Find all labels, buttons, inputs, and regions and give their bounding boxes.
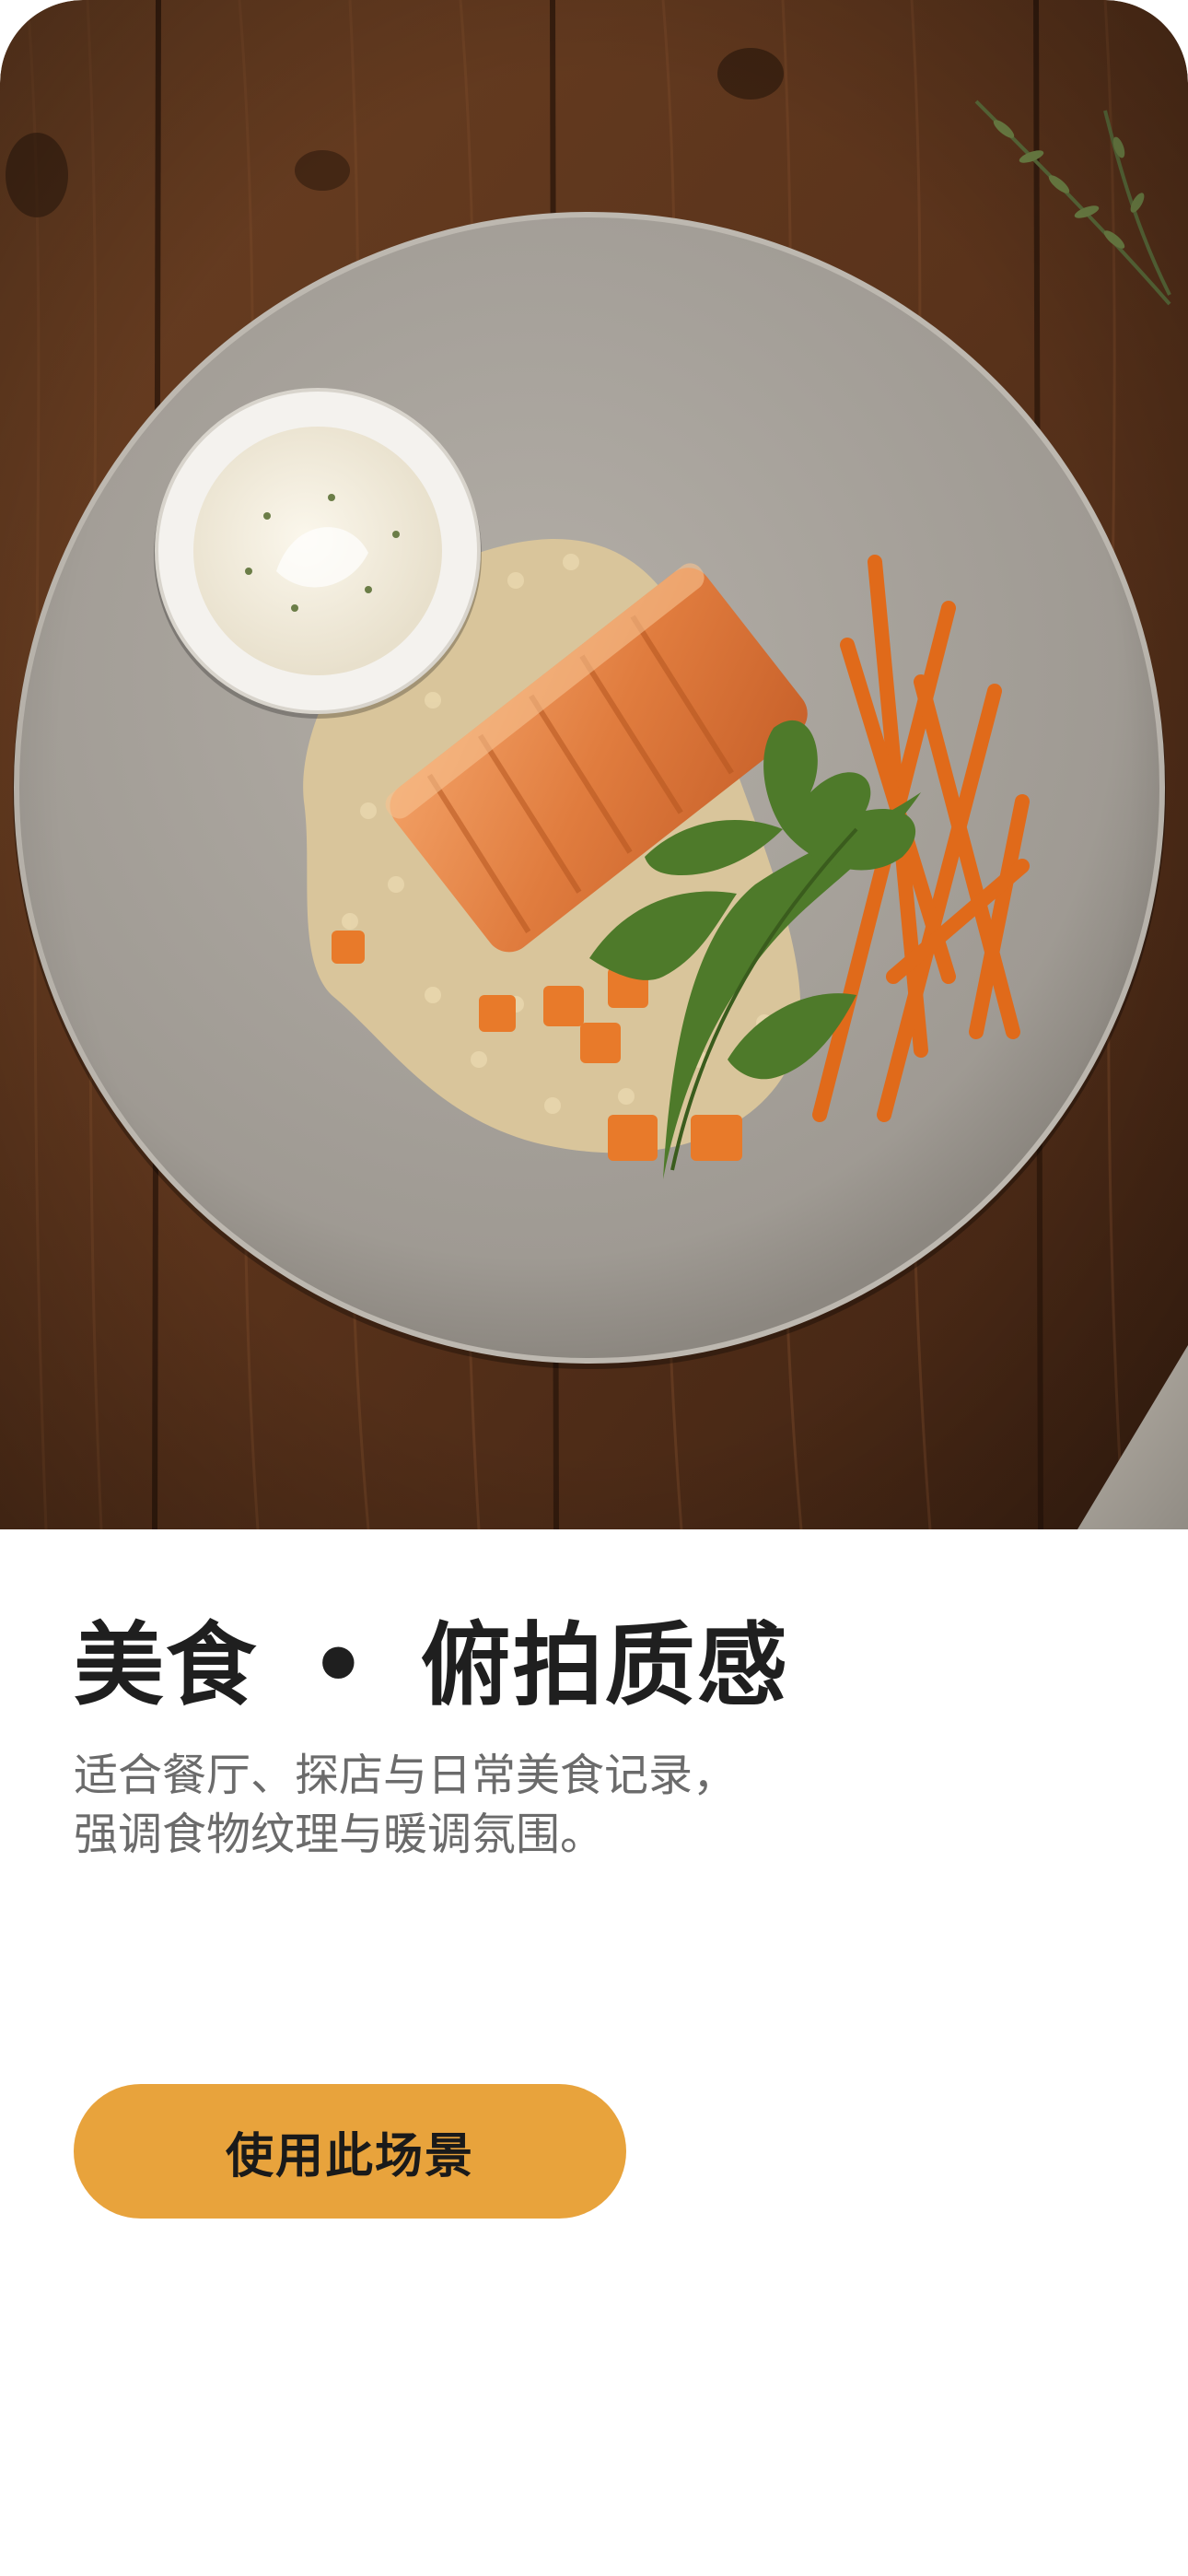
scene-title-category: 美食: [74, 1613, 259, 1718]
scene-description-line-2: 强调食物纹理与暖调氛围。: [74, 1809, 605, 1860]
scene-title: 美食 • 俯拍质感: [74, 1613, 789, 1718]
scene-title-style: 俯拍质感: [420, 1613, 789, 1718]
food-overhead-photo: [0, 0, 1188, 1529]
scene-description: 适合餐厅、探店与日常美食记录， 强调食物纹理与暖调氛围。: [74, 1746, 737, 1864]
hero-image: [0, 0, 1188, 1529]
title-separator: •: [309, 1613, 369, 1718]
use-scene-button[interactable]: 使用此场景: [74, 2084, 626, 2219]
scene-card: 美食 • 俯拍质感 适合餐厅、探店与日常美食记录， 强调食物纹理与暖调氛围。 使用此…: [0, 0, 1188, 2576]
scene-description-line-1: 适合餐厅、探店与日常美食记录，: [74, 1750, 738, 1801]
